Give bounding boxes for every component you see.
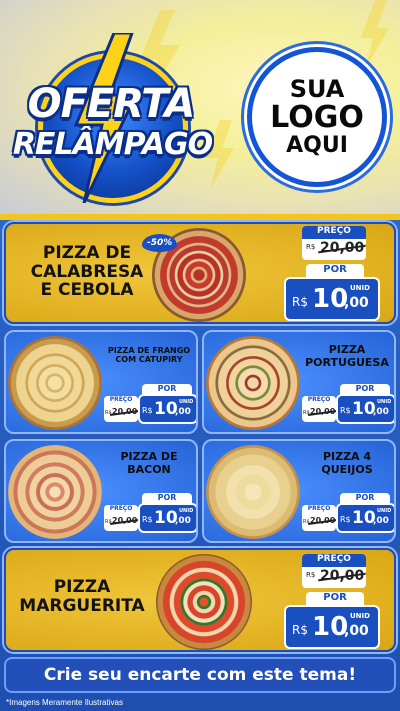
product-card-calabresa: PIZZA DE CALABRESA E CEBOLA -50% PREÇO R… [4,222,396,324]
product-name-line: PORTUGUESA [305,355,389,369]
new-price-decimals: ,00 [175,407,191,417]
product-card-portuguesa: PIZZA PORTUGUESA POR PREÇO R$ 20,00 R$ 1… [202,330,396,434]
new-price-box: R$ 10 ,00 UNID [286,607,378,647]
por-label: POR [340,384,390,396]
product-name-line: PIZZA 4 [322,450,372,463]
old-price-box: PREÇO R$ 20,00 [104,505,138,531]
new-price-currency: R$ [142,406,153,415]
pizza-image [156,554,252,650]
product-name-line: BACON [127,462,171,476]
product-card-bacon: PIZZA DE BACON POR PREÇO R$ 20,00 R$ 10 … [4,439,198,543]
old-price-box: PREÇO R$ 20,00 [104,396,138,422]
por-label: POR [306,592,364,606]
pizza-image [206,336,300,430]
cta-banner[interactable]: Crie seu encarte com este tema! [4,657,396,693]
old-price-label: PREÇO [302,396,336,406]
por-label: POR [340,493,390,505]
footnote: *Imagens Meramente Ilustrativas [6,698,123,707]
por-label: POR [142,384,192,396]
unit-label: UNID [377,399,392,405]
product-name-line: PIZZA DE [42,243,132,263]
product-card-frango: PIZZA DE FRANGO COM CATUPIRY POR PREÇO R… [4,330,198,434]
new-price-decimals: ,00 [344,623,369,639]
product-name: PIZZA MARGUERITA [12,578,152,615]
product-name-line: PIZZA DE FRANGO [107,346,191,355]
new-price-decimals: ,00 [373,407,389,417]
product-name: PIZZA DE CALABRESA E CEBOLA [12,244,162,300]
new-price-integer: 10 [312,284,349,314]
old-price-value: 20,00 [320,568,365,584]
old-price-label: PREÇO [302,554,366,567]
new-price-box: R$ 10 ,00 UNID [338,505,394,531]
new-price-currency: R$ [340,406,351,415]
pizza-image [206,445,300,539]
unit-label: UNID [350,612,370,620]
old-price-label: PREÇO [302,505,336,515]
product-name-line: MARGUERITA [19,595,145,616]
old-price-value: 20,00 [112,407,138,416]
lightning-bg-icon [361,0,389,70]
old-price-box: PREÇO R$ 20,00 [302,505,336,531]
new-price-decimals: ,00 [344,295,369,311]
new-price-currency: R$ [292,295,308,309]
product-name-line: PIZZA [53,577,111,597]
old-price-value: 20,00 [310,516,336,525]
product-name: PIZZA PORTUGUESA [300,343,394,369]
por-label: POR [142,493,192,505]
old-price-value: 20,00 [310,407,336,416]
product-name-line: QUEIJOS [321,462,373,476]
new-price-box: R$ 10 ,00 UNID [286,279,378,319]
offer-title-line1: OFERTA [27,81,196,127]
logo-text-line2: LOGO [270,100,364,136]
product-name-line: COM CATUPIRY [115,355,183,365]
unit-label: UNID [377,508,392,514]
product-name-line: PIZZA DE [120,450,178,463]
new-price-decimals: ,00 [175,516,191,526]
header-banner: OFERTA RELÂMPAGO SUA LOGO AQUI [0,0,400,222]
unit-label: UNID [350,284,370,292]
por-label: POR [306,264,364,278]
new-price-integer: 10 [312,612,349,642]
unit-label: UNID [179,508,194,514]
unit-label: UNID [179,399,194,405]
old-price-box: PREÇO R$ 20,00 [302,396,336,422]
product-name: PIZZA 4 QUEIJOS [300,450,394,476]
discount-badge: -50% [142,234,178,252]
old-price-value: 20,00 [320,240,365,256]
new-price-box: R$ 10 ,00 UNID [140,505,196,531]
offer-badge: OFERTA RELÂMPAGO [10,33,213,203]
old-price-label: PREÇO [104,396,138,406]
product-name: PIZZA DE FRANGO COM CATUPIRY [102,346,196,364]
new-price-box: R$ 10 ,00 UNID [140,396,196,422]
pizza-image [8,336,102,430]
logo-text-line3: AQUI [286,132,348,158]
old-price-box: PREÇO R$ 20,00 [302,554,366,588]
old-price-label: PREÇO [302,226,366,239]
product-name: PIZZA DE BACON [102,450,196,476]
product-card-marguerita: PIZZA MARGUERITA PREÇO R$ 20,00 POR R$ 1… [4,548,396,652]
pizza-image [8,445,102,539]
logo-placeholder: SUA LOGO AQUI [247,47,387,187]
logo-text-line1: SUA [289,75,345,104]
product-name-line: CALABRESA [30,261,144,282]
product-name-line: PIZZA [328,343,366,356]
new-price-currency: R$ [292,623,308,637]
old-price-box: PREÇO R$ 20,00 [302,226,366,260]
old-price-value: 20,00 [112,516,138,525]
new-price-decimals: ,00 [373,516,389,526]
old-price-currency: R$ [306,571,316,579]
new-price-currency: R$ [142,515,153,524]
new-price-currency: R$ [340,515,351,524]
product-card-4-queijos: PIZZA 4 QUEIJOS POR PREÇO R$ 20,00 R$ 10… [202,439,396,543]
new-price-box: R$ 10 ,00 UNID [338,396,394,422]
offer-title-line2: RELÂMPAGO [12,127,213,162]
old-price-label: PREÇO [104,505,138,515]
old-price-currency: R$ [306,243,316,251]
product-name-line: E CEBOLA [40,280,134,301]
